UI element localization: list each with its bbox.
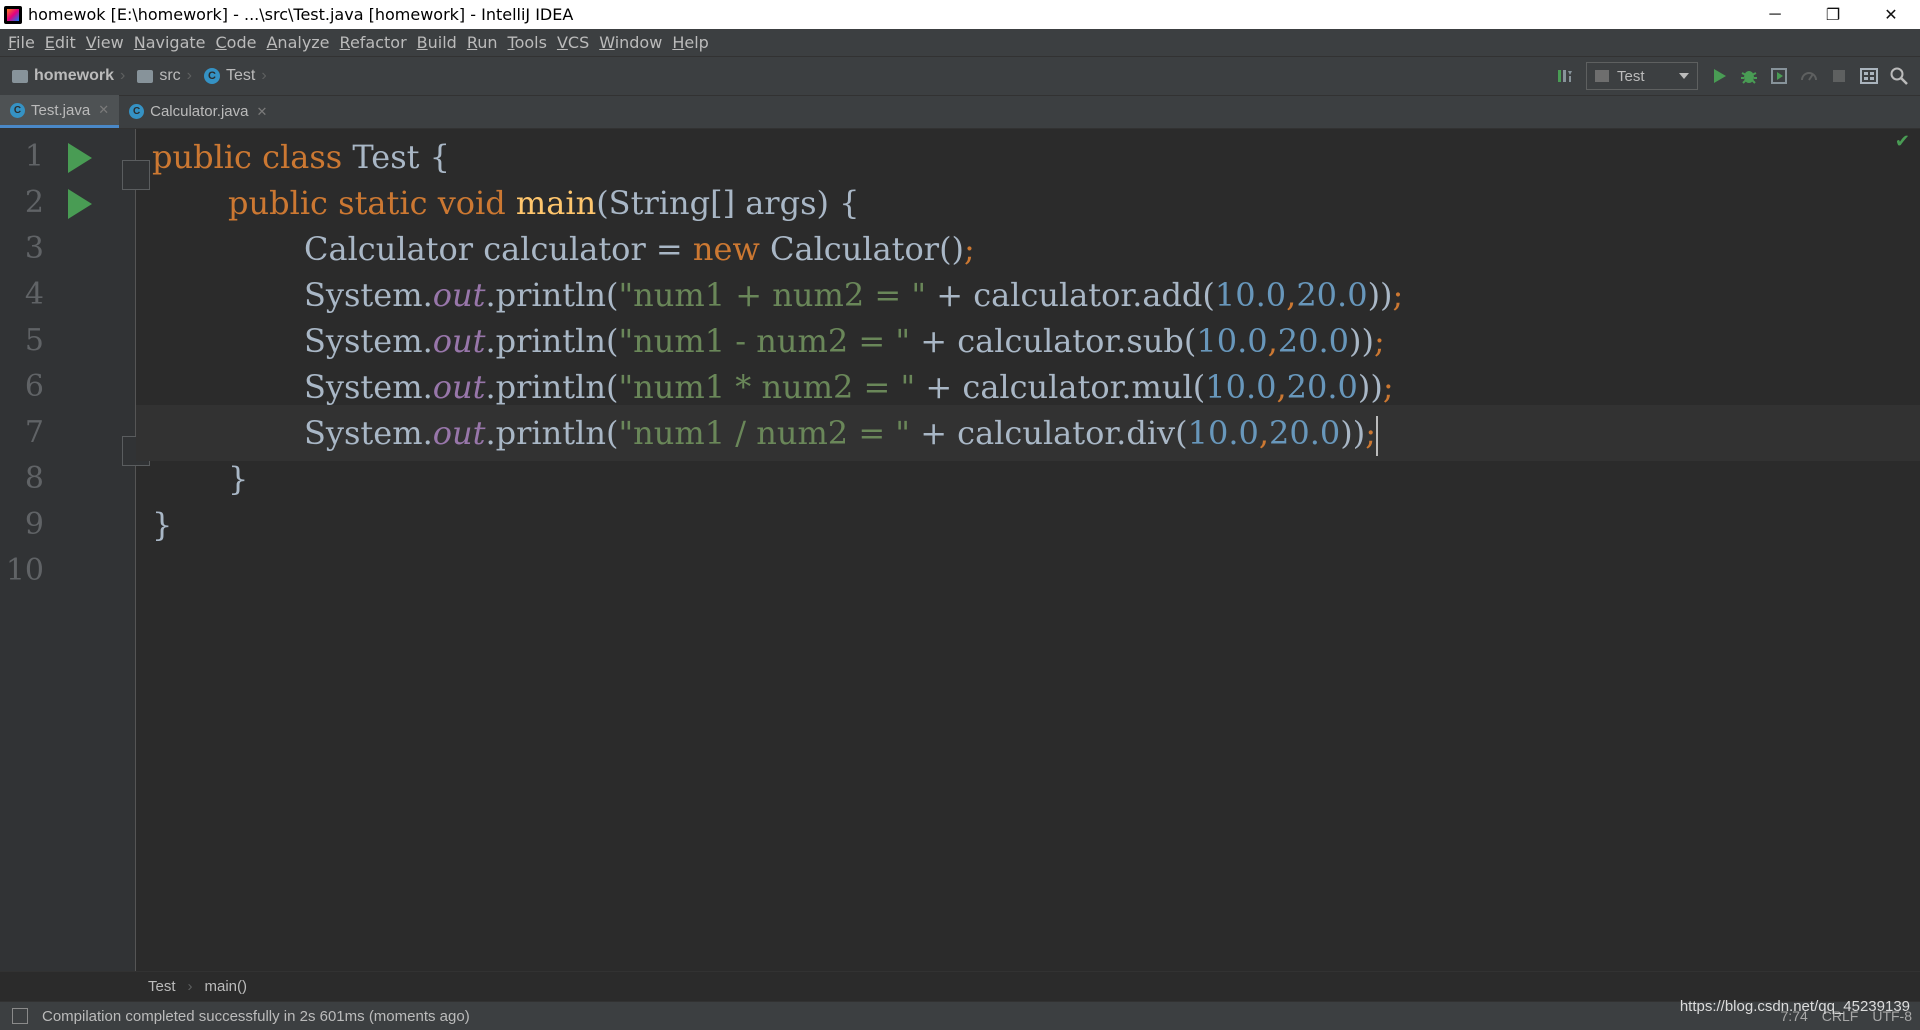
run-class-icon[interactable]	[68, 143, 92, 173]
code-line-9: }	[152, 506, 173, 544]
crumb-file[interactable]: C Test ›	[204, 67, 267, 85]
build-project-icon[interactable]	[1553, 64, 1577, 88]
menu-vcs[interactable]: VCS	[553, 33, 595, 52]
tab-label: Test.java	[31, 101, 91, 119]
menu-file[interactable]: File	[4, 33, 41, 52]
crumb-separator: ›	[261, 67, 267, 84]
status-message[interactable]: Compilation completed successfully in 2s…	[42, 1008, 470, 1025]
menu-bar: File Edit View Navigate Code Analyze Ref…	[0, 29, 1920, 56]
menu-run[interactable]: Run	[463, 33, 504, 52]
run-configuration-select[interactable]: Test	[1586, 62, 1698, 90]
close-icon[interactable]: ✕	[257, 104, 268, 120]
intellij-logo-icon	[4, 5, 22, 24]
stop-icon[interactable]	[1827, 64, 1851, 88]
tab-calculator-java[interactable]: C Calculator.java ✕	[119, 95, 277, 128]
window-title: homewok [E:\homework] - ...\src\Test.jav…	[28, 5, 574, 24]
crumb-separator: ›	[186, 67, 192, 84]
project-folder-icon	[12, 69, 28, 83]
menu-window[interactable]: Window	[595, 33, 668, 52]
code-area[interactable]: ✔ public class Test { public static void…	[136, 129, 1920, 971]
editor-gutter: 1 2 3 4 5 6 7 8 9 10	[0, 129, 150, 971]
run-main-icon[interactable]	[68, 189, 92, 219]
java-class-icon: C	[10, 102, 25, 118]
crumb-project-label: homework	[34, 67, 115, 84]
toolbar-actions: Test	[1550, 57, 1914, 95]
minimize-button[interactable]: ─	[1746, 0, 1804, 29]
config-icon	[1595, 70, 1609, 82]
tool-windows-icon[interactable]	[12, 1008, 28, 1024]
status-bar: Compilation completed successfully in 2s…	[0, 1001, 1920, 1030]
menu-analyze[interactable]: Analyze	[262, 33, 335, 52]
breadcrumb-method[interactable]: main()	[205, 978, 248, 995]
java-class-icon: C	[129, 104, 145, 119]
crumb-separator: ›	[120, 67, 126, 84]
breadcrumb-separator: ›	[187, 978, 193, 995]
menu-build[interactable]: Build	[413, 33, 463, 52]
text-caret	[1376, 415, 1379, 456]
restore-button[interactable]: ❐	[1804, 0, 1862, 29]
title-bar: homewok [E:\homework] - ...\src\Test.jav…	[0, 0, 1920, 29]
code-editor[interactable]: 1 2 3 4 5 6 7 8 9 10 ✔ public class Test…	[0, 129, 1920, 971]
run-config-label: Test	[1617, 67, 1645, 85]
breadcrumb-class[interactable]: Test	[148, 978, 176, 995]
run-with-coverage-icon[interactable]	[1767, 64, 1791, 88]
menu-edit[interactable]: Edit	[41, 33, 82, 52]
profile-icon[interactable]	[1797, 64, 1821, 88]
menu-navigate[interactable]: Navigate	[130, 33, 212, 52]
menu-help[interactable]: Help	[668, 33, 714, 52]
menu-refactor[interactable]: Refactor	[336, 33, 413, 52]
run-icon[interactable]	[1707, 64, 1731, 88]
debug-icon[interactable]	[1737, 64, 1761, 88]
chevron-down-icon	[1679, 73, 1689, 79]
search-icon[interactable]	[1887, 64, 1911, 88]
crumb-project[interactable]: homework ›	[12, 67, 125, 85]
project-structure-icon[interactable]	[1857, 64, 1881, 88]
close-icon[interactable]: ✕	[98, 102, 109, 118]
navigation-bar: homework › src › C Test › Test	[0, 56, 1920, 96]
close-window-button[interactable]: ✕	[1862, 0, 1920, 29]
crumb-src[interactable]: src ›	[137, 67, 192, 85]
window-controls: ─ ❐ ✕	[1746, 0, 1920, 29]
editor-tabs: C Test.java ✕ C Calculator.java ✕	[0, 95, 1920, 129]
crumb-src-label: src	[159, 67, 181, 84]
editor-breadcrumb: Test › main()	[0, 971, 1920, 1001]
java-class-icon: C	[204, 68, 220, 84]
menu-code[interactable]: Code	[212, 33, 263, 52]
menu-view[interactable]: View	[82, 33, 130, 52]
tab-test-java[interactable]: C Test.java ✕	[0, 95, 120, 128]
menu-tools[interactable]: Tools	[504, 33, 553, 52]
crumb-file-label: Test	[226, 67, 256, 84]
tab-label: Calculator.java	[150, 103, 249, 120]
line-number: 10	[5, 553, 44, 588]
watermark-text: https://blog.csdn.net/qq_45239139	[1679, 998, 1910, 1015]
source-folder-icon	[137, 69, 154, 83]
